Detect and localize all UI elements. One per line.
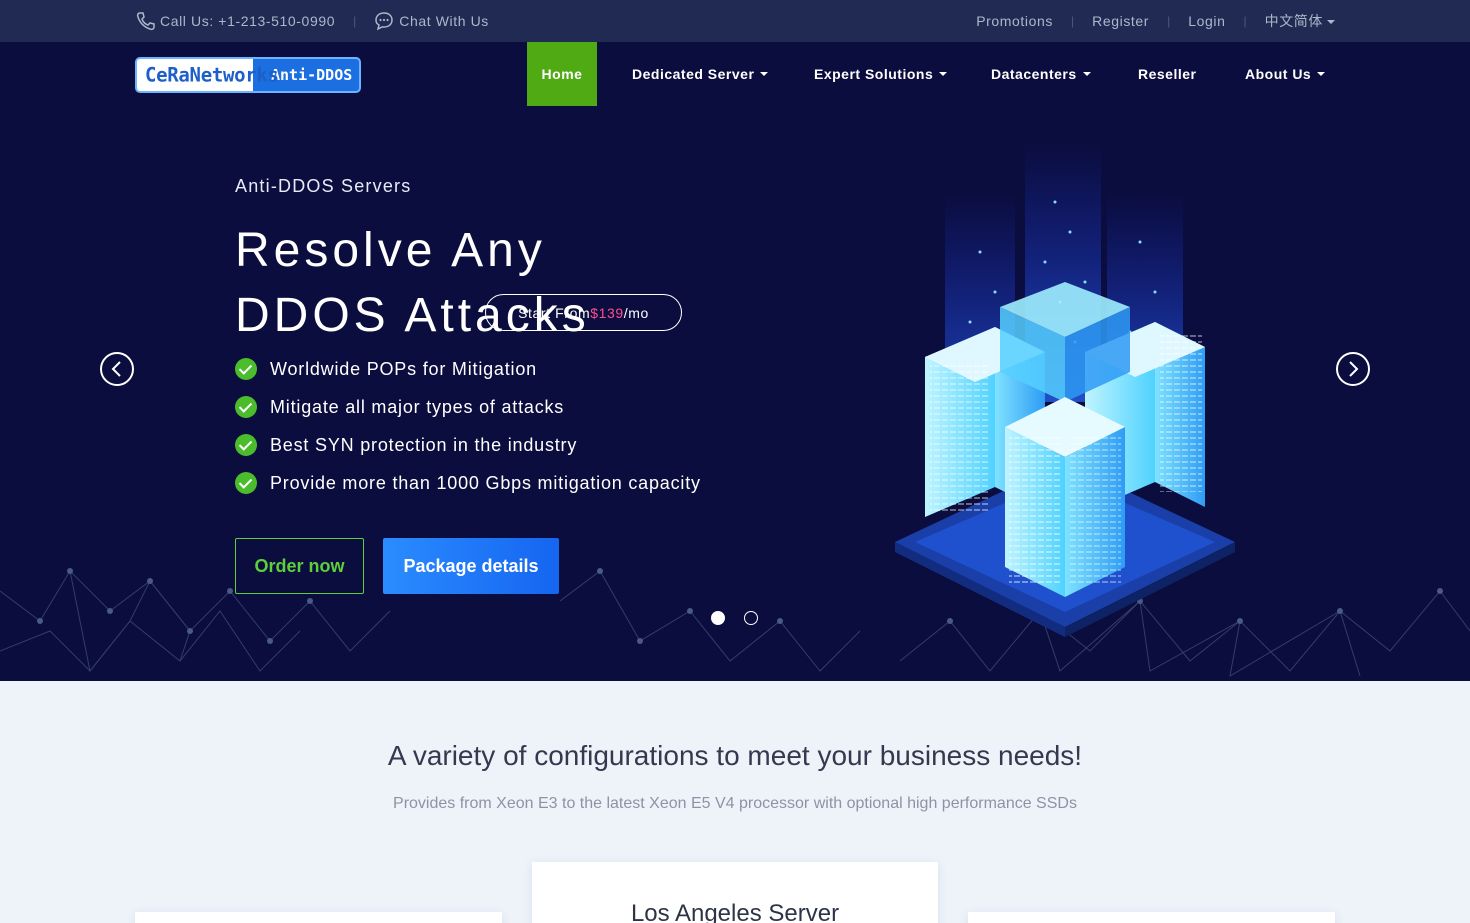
price-amount: $139: [590, 304, 624, 321]
package-details-button[interactable]: Package details: [383, 538, 559, 594]
login-link[interactable]: Login: [1188, 13, 1225, 29]
server-card-featured[interactable]: Los Angeles Server: [532, 862, 938, 923]
chat-bubble-icon: [375, 12, 393, 31]
feature-text: Best SYN protection in the industry: [270, 434, 578, 455]
brand-logo[interactable]: CeRaNetworks Anti-DDOS: [135, 57, 361, 93]
caret-down-icon: [1317, 72, 1326, 76]
nav-expert-solutions[interactable]: Expert Solutions: [814, 42, 948, 106]
server-card-left[interactable]: [135, 912, 502, 923]
nav-about-us[interactable]: About Us: [1245, 42, 1326, 106]
chat-label: Chat With Us: [399, 13, 489, 29]
price-badge: Start From $139/mo: [485, 294, 682, 331]
nav-label: Reseller: [1138, 66, 1197, 82]
language-selector[interactable]: 中文简体: [1265, 11, 1335, 31]
caret-down-icon: [760, 72, 769, 76]
separator: |: [1071, 14, 1075, 28]
hero-slider: CeRaNetworks Anti-DDOS Home Dedicated Se…: [0, 42, 1470, 681]
feature-text: Mitigate all major types of attacks: [270, 396, 565, 417]
slide-dot-2[interactable]: [744, 611, 758, 625]
register-link[interactable]: Register: [1092, 13, 1149, 29]
feature-item: Best SYN protection in the industry: [235, 426, 701, 464]
price-prefix: Start From: [518, 304, 591, 321]
chevron-left-icon: [111, 361, 121, 377]
contact-info: Call Us: +1-213-510-0990 | Chat With Us: [135, 0, 489, 42]
section-subtitle: Provides from Xeon E3 to the latest Xeon…: [393, 795, 1077, 812]
datacenter-illustration: [895, 142, 1235, 637]
phone-icon: [136, 12, 155, 31]
check-circle-icon: [235, 358, 257, 380]
feature-text: Worldwide POPs for Mitigation: [270, 358, 537, 379]
nav-reseller[interactable]: Reseller: [1138, 42, 1196, 106]
language-label: 中文简体: [1264, 13, 1323, 29]
check-circle-icon: [235, 396, 257, 418]
phone-label: Call Us: +1-213-510-0990: [160, 13, 336, 29]
check-circle-icon: [235, 434, 257, 456]
feature-text: Provide more than 1000 Gbps mitigation c…: [270, 472, 701, 493]
check-circle-icon: [235, 472, 257, 494]
caret-down-icon: [1327, 20, 1335, 25]
nav-home[interactable]: Home: [527, 42, 597, 106]
feature-list: Worldwide POPs for Mitigation Mitigate a…: [235, 350, 701, 502]
caret-down-icon: [939, 72, 948, 76]
nav-label: Home: [541, 66, 583, 82]
separator: |: [353, 14, 357, 28]
nav-dedicated-server[interactable]: Dedicated Server: [632, 42, 769, 106]
caret-down-icon: [1082, 72, 1091, 76]
separator: |: [1167, 14, 1171, 28]
feature-item: Mitigate all major types of attacks: [235, 388, 701, 426]
chat-link[interactable]: Chat With Us: [374, 11, 489, 31]
server-card-right[interactable]: [968, 912, 1335, 923]
feature-item: Worldwide POPs for Mitigation: [235, 350, 701, 388]
hero-eyebrow: Anti-DDOS Servers: [235, 176, 412, 196]
promotions-link[interactable]: Promotions: [976, 13, 1053, 29]
nav-datacenters[interactable]: Datacenters: [991, 42, 1091, 106]
price-suffix: /mo: [623, 304, 649, 321]
separator: |: [1243, 14, 1247, 28]
nav-label: Datacenters: [991, 66, 1077, 82]
logo-text-primary: CeRaNetworks: [145, 63, 279, 87]
phone-contact[interactable]: Call Us: +1-213-510-0990: [135, 11, 335, 31]
slider-next-button[interactable]: [1336, 352, 1370, 386]
order-now-button[interactable]: Order now: [235, 538, 364, 594]
card-title: Los Angeles Server: [630, 900, 840, 923]
feature-item: Provide more than 1000 Gbps mitigation c…: [235, 464, 701, 502]
slider-prev-button[interactable]: [100, 352, 134, 386]
chevron-right-icon: [1349, 361, 1359, 377]
top-utility-bar: Call Us: +1-213-510-0990 | Chat With Us …: [0, 0, 1470, 42]
account-links: Promotions | Register | Login | 中文简体: [976, 0, 1335, 42]
nav-label: About Us: [1245, 66, 1312, 82]
section-title: A variety of configurations to meet your…: [387, 740, 1083, 771]
nav-label: Expert Solutions: [814, 66, 934, 82]
nav-label: Dedicated Server: [632, 66, 755, 82]
slide-dot-1[interactable]: [711, 611, 725, 625]
slider-pagination: [711, 611, 758, 625]
